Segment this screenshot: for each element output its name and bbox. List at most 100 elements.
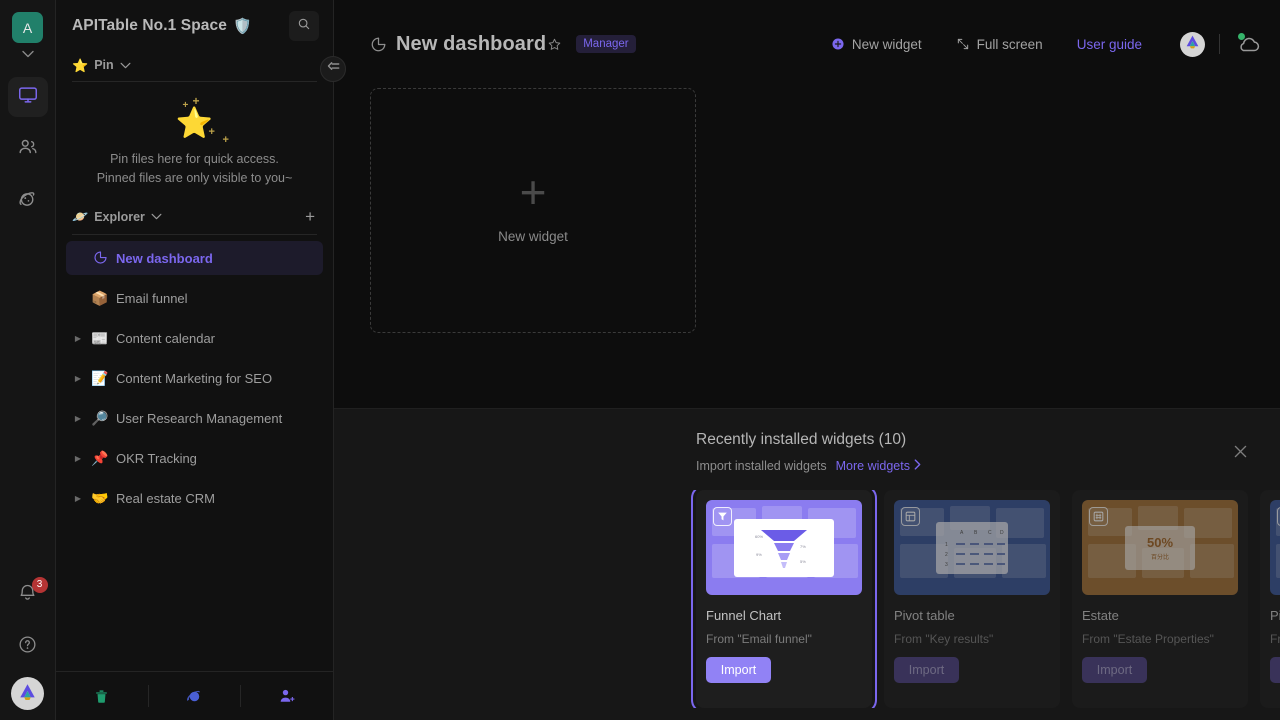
new-widget-placeholder[interactable]: + New widget <box>370 88 696 333</box>
full-screen-button[interactable]: Full screen <box>956 37 1043 52</box>
widget-card-source: From "Key results" <box>894 632 994 646</box>
full-screen-label: Full screen <box>976 36 1043 52</box>
question-circle-icon <box>17 634 38 660</box>
monitor-icon <box>17 84 39 111</box>
widget-panel-title: Recently installed widgets (10) <box>696 431 907 448</box>
template-center-button[interactable] <box>149 683 241 709</box>
search-button[interactable] <box>289 11 319 41</box>
tree-item-content-marketing-for-seo[interactable]: ▶ 📝 Content Marketing for SEO <box>66 361 323 395</box>
widget-card-source: From "Email funnel" <box>706 632 812 646</box>
expand-arrow-icon[interactable]: ▶ <box>72 414 84 423</box>
import-button[interactable]: Import <box>1270 657 1280 683</box>
user-guide-link[interactable]: User guide <box>1077 37 1142 52</box>
new-widget-label: New widget <box>851 36 922 52</box>
funnel-icon <box>713 507 732 526</box>
widget-thumbnail: AB CD 123 <box>1270 500 1280 595</box>
pin-section-header[interactable]: ⭐ Pin <box>56 52 333 76</box>
widget-card-name: Pivot Table <box>1270 608 1280 623</box>
header-divider <box>1219 34 1220 54</box>
close-panel-button[interactable] <box>1228 441 1252 465</box>
tree-item-real-estate-crm[interactable]: ▶ 🤝 Real estate CRM <box>66 481 323 515</box>
trash-button[interactable] <box>56 683 148 709</box>
search-icon <box>297 17 311 36</box>
package-emoji-icon: 📦 <box>91 289 109 306</box>
newspaper-emoji-icon: 📰 <box>91 329 109 346</box>
widget-card-pivot-table[interactable]: AB CD 123 Pivot table From "Key results"… <box>884 490 1060 708</box>
close-icon <box>1234 445 1247 462</box>
widget-card-source: From "Estate Properties" <box>1082 632 1214 646</box>
notifications-button[interactable]: 3 <box>8 575 48 615</box>
widget-card-name: Estate <box>1082 608 1119 623</box>
expand-icon <box>956 37 970 51</box>
star-emoji-icon: ⭐ <box>72 57 89 73</box>
expand-arrow-icon[interactable]: ▶ <box>72 334 84 343</box>
pivot-table-preview: A B C D 1 2 3 <box>936 521 1008 574</box>
favorite-star-button[interactable] <box>547 37 562 52</box>
explorer-section-label: Explorer <box>94 209 145 224</box>
chevron-down-icon <box>151 213 162 220</box>
memo-emoji-icon: 📝 <box>91 369 109 386</box>
chevron-down-icon <box>120 62 131 69</box>
percent-widget-preview: 50% 百分比 <box>1125 525 1195 570</box>
new-widget-button[interactable]: New widget <box>831 37 922 52</box>
handshake-emoji-icon: 🤝 <box>91 489 109 506</box>
trash-icon <box>93 688 110 705</box>
widget-card-estate[interactable]: 50% 百分比 Estate From "Estate Properties" … <box>1072 490 1248 708</box>
apitable-logo-icon <box>17 681 38 707</box>
dashboard-header: New dashboard Manager New widget Full sc… <box>334 0 1280 88</box>
pin-empty-state: ⭐ + + + + Pin files here for quick acces… <box>56 82 333 198</box>
import-button[interactable]: Import <box>1082 657 1147 683</box>
svg-text:60%: 60% <box>755 534 763 539</box>
pin-empty-line2: Pinned files are only visible to you~ <box>96 171 293 185</box>
widget-card-funnel-chart[interactable]: 60% 7% 9% 5% Funnel Chart From "Email fu… <box>691 490 877 708</box>
space-avatar[interactable]: A <box>12 12 43 43</box>
pin-section-label: Pin <box>94 58 114 72</box>
sidebar-item-workbench[interactable] <box>7 77 48 117</box>
help-button[interactable] <box>8 627 48 667</box>
widget-card-name: Pivot table <box>894 608 955 623</box>
invite-member-button[interactable] <box>241 683 333 709</box>
space-switch-caret[interactable] <box>18 45 38 63</box>
people-icon <box>17 136 39 163</box>
import-hint-label: Import installed widgets <box>696 459 827 473</box>
add-node-button[interactable]: + <box>303 208 317 225</box>
space-avatar-letter: A <box>22 19 33 36</box>
explorer-section-header[interactable]: 🪐 Explorer + <box>56 198 333 229</box>
expand-arrow-icon[interactable]: ▶ <box>72 454 84 463</box>
more-widgets-link[interactable]: More widgets <box>836 459 921 473</box>
collapse-sidebar-button[interactable] <box>320 56 346 82</box>
tree-item-label: OKR Tracking <box>116 450 197 466</box>
expand-arrow-icon[interactable]: ▶ <box>72 494 84 503</box>
magnifier-emoji-icon: 🔎 <box>91 409 109 426</box>
tree-item-email-funnel[interactable]: 📦 Email funnel <box>66 281 323 315</box>
role-badge: Manager <box>576 35 636 53</box>
svg-text:3: 3 <box>945 562 948 568</box>
cloud-sync-button[interactable] <box>1236 33 1262 54</box>
widget-card-pivot-table-2[interactable]: AB CD 123 <box>1260 490 1280 708</box>
page-title: New dashboard <box>396 32 547 55</box>
hash-icon <box>1089 507 1108 526</box>
sidebar-item-contacts[interactable] <box>8 129 48 169</box>
dashboard-canvas: + New widget <box>334 88 1280 408</box>
import-button[interactable]: Import <box>894 657 959 683</box>
user-avatar[interactable] <box>11 677 44 710</box>
sidebar: APITable No.1 Space 🛡️ ⭐ Pin ⭐ + + + + P… <box>56 0 346 720</box>
tree-item-label: Email funnel <box>116 290 188 306</box>
tree-item-okr-tracking[interactable]: ▶ 📌 OKR Tracking <box>66 441 323 475</box>
import-button[interactable]: Import <box>706 657 771 683</box>
expand-arrow-icon[interactable]: ▶ <box>72 374 84 383</box>
sparkle-icon: + <box>208 126 215 138</box>
tree-item-user-research-management[interactable]: ▶ 🔎 User Research Management <box>66 401 323 435</box>
rail-bottom-group: 3 <box>8 575 48 720</box>
more-widgets-label: More widgets <box>835 459 910 473</box>
apitable-app: A 3 APITable No.1 Space 🛡️ ⭐ Pin ⭐ + + +… <box>0 0 1280 720</box>
pushpin-emoji-icon: 📌 <box>91 449 109 466</box>
funnel-chart-preview: 60% 7% 9% 5% <box>734 518 834 577</box>
header-user-avatar[interactable] <box>1180 31 1205 57</box>
tree-item-content-calendar[interactable]: ▶ 📰 Content calendar <box>66 321 323 355</box>
recently-installed-widgets-panel: Recently installed widgets (10) Import i… <box>334 408 1280 720</box>
file-tree: New dashboard 📦 Email funnel ▶ 📰 Content… <box>56 235 333 671</box>
pivot-table-icon <box>901 507 920 526</box>
tree-item-new-dashboard[interactable]: New dashboard <box>66 241 323 275</box>
sidebar-item-space-explore[interactable] <box>8 181 48 221</box>
